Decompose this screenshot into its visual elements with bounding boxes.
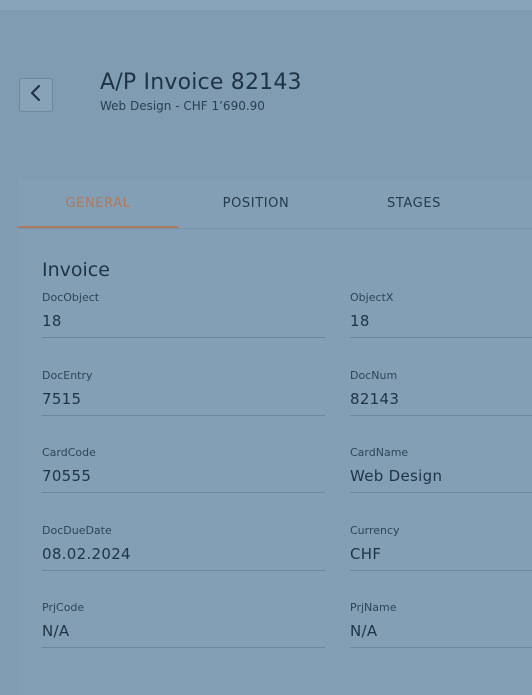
- field-value: Web Design: [350, 467, 443, 485]
- field-underline: [350, 337, 532, 338]
- field-underline: [350, 415, 532, 416]
- field-label: DocNum: [350, 369, 398, 382]
- field-docnum: DocNum 82143: [350, 369, 532, 416]
- page-title: A/P Invoice 82143: [100, 70, 302, 95]
- field-underline: [350, 570, 532, 571]
- field-label: CardName: [350, 446, 409, 459]
- field-value: CHF: [350, 545, 382, 563]
- field-underline: [42, 492, 325, 493]
- active-tab-indicator: [18, 226, 178, 228]
- field-value: N/A: [42, 622, 70, 640]
- field-label: Currency: [350, 524, 400, 537]
- field-label: DocEntry: [42, 369, 93, 382]
- field-value: 82143: [350, 390, 400, 408]
- field-label: PrjCode: [42, 601, 85, 614]
- field-label: DocDueDate: [42, 524, 112, 537]
- field-value: 18: [42, 312, 62, 330]
- field-value: 08.02.2024: [42, 545, 131, 563]
- field-docobject: DocObject 18: [42, 291, 325, 338]
- field-label: DocObject: [42, 291, 100, 304]
- field-cardname: CardName Web Design: [350, 446, 532, 493]
- tab-general[interactable]: GENERAL: [18, 180, 178, 228]
- invoice-card: GENERAL POSITION STAGES Invoice DocObjec…: [18, 180, 532, 695]
- field-label: ObjectX: [350, 291, 394, 304]
- field-underline: [42, 415, 325, 416]
- field-objectx: ObjectX 18: [350, 291, 532, 338]
- field-docentry: DocEntry 7515: [42, 369, 325, 416]
- field-cardcode: CardCode 70555: [42, 446, 325, 493]
- field-value: 18: [350, 312, 370, 330]
- field-underline: [42, 647, 325, 648]
- field-label: CardCode: [42, 446, 96, 459]
- field-value: 7515: [42, 390, 82, 408]
- field-currency: Currency CHF: [350, 524, 532, 571]
- field-underline: [350, 647, 532, 648]
- field-prjname: PrjName N/A: [350, 601, 532, 648]
- field-docduedate: DocDueDate 08.02.2024: [42, 524, 325, 571]
- field-underline: [42, 570, 325, 571]
- section-title: Invoice: [42, 259, 110, 281]
- field-value: N/A: [350, 622, 378, 640]
- field-underline: [350, 492, 532, 493]
- field-prjcode: PrjCode N/A: [42, 601, 325, 648]
- tab-stages[interactable]: STAGES: [334, 180, 494, 228]
- tab-bar: GENERAL POSITION STAGES: [18, 180, 532, 229]
- field-label: PrjName: [350, 601, 397, 614]
- field-value: 70555: [42, 467, 92, 485]
- back-button[interactable]: [19, 78, 53, 112]
- chevron-left-icon: [29, 84, 43, 106]
- page-subtitle: Web Design - CHF 1’690.90: [100, 99, 265, 113]
- top-bar: [0, 0, 532, 10]
- field-underline: [42, 337, 325, 338]
- tab-position[interactable]: POSITION: [178, 180, 334, 228]
